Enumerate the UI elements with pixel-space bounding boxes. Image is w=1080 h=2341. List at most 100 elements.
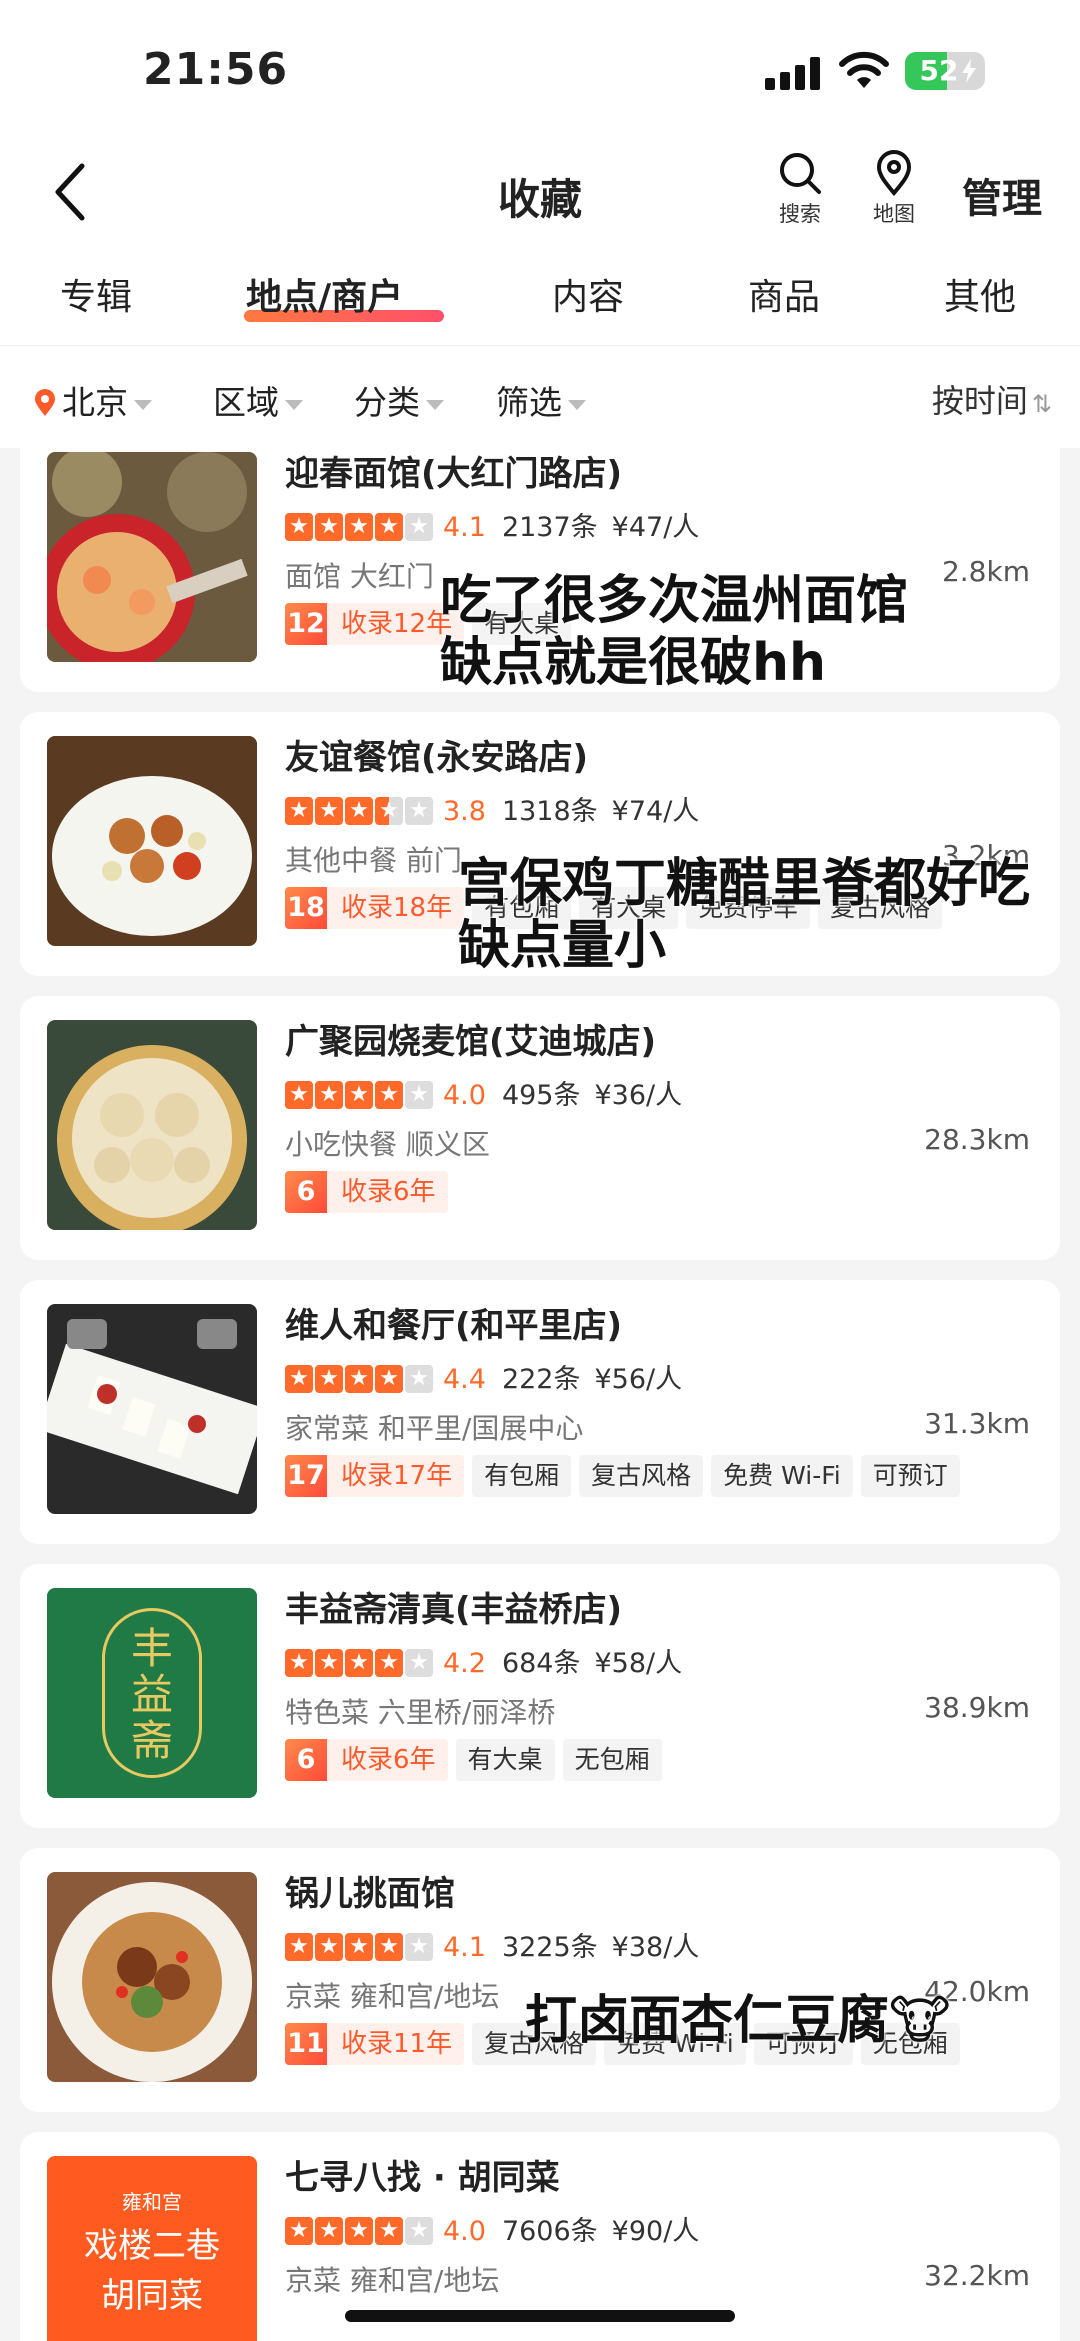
feature-tag: 有大桌	[455, 1739, 555, 1781]
star-icon	[405, 1649, 433, 1677]
tab-other[interactable]: 其他	[944, 268, 1016, 320]
shop-thumbnail[interactable]	[47, 452, 257, 662]
cuisine-and-district: 其他中餐 前门	[285, 844, 462, 877]
search-button[interactable]: 搜索	[760, 150, 840, 228]
star-icon	[375, 2217, 403, 2245]
tab-places[interactable]: 地点/商户	[246, 268, 403, 320]
years-number: 12	[285, 603, 327, 645]
avg-price: ¥74/人	[611, 796, 700, 827]
tab-content[interactable]: 内容	[552, 268, 624, 320]
years-text: 收录6年	[341, 1177, 436, 1207]
years-text: 收录11年	[341, 2029, 453, 2059]
shop-name[interactable]: 维人和餐厅(和平里店)	[285, 1298, 1030, 1347]
search-icon	[780, 153, 821, 194]
rating-row: 4.0 495条 ¥36/人	[285, 1073, 1030, 1111]
star-rating	[285, 2217, 435, 2245]
tab-albums[interactable]: 专辑	[60, 268, 132, 320]
shop-name[interactable]: 锅儿挑面馆	[285, 1866, 1030, 1915]
review-count: 495条	[501, 1080, 581, 1111]
shop-name[interactable]: 丰益斋清真(丰益桥店)	[285, 1582, 1030, 1631]
nav-bar: 收藏 搜索 地图 管理	[0, 140, 1080, 250]
shop-name[interactable]: 友谊餐馆(永安路店)	[285, 730, 1030, 779]
star-icon	[285, 1081, 313, 1109]
screen-filter[interactable]: 筛选	[496, 376, 586, 424]
star-rating	[285, 1649, 435, 1677]
distance: 31.3km	[924, 1407, 1030, 1440]
star-rating	[285, 513, 435, 541]
meta-row: 小吃快餐 顺义区 28.3km	[285, 1123, 1030, 1163]
shop-name[interactable]: 广聚园烧麦馆(艾迪城店)	[285, 1014, 1030, 1063]
shop-thumbnail[interactable]: 丰益斋	[47, 1588, 257, 1798]
tag-row: 17 收录17年 有包厢 复古风格 免费 Wi-Fi 可预订	[285, 1455, 1030, 1497]
star-icon	[285, 2217, 313, 2245]
manage-button[interactable]: 管理	[962, 166, 1042, 224]
map-label: 地图	[873, 202, 915, 226]
shop-card[interactable]: 锅儿挑面馆4.13225条¥38/人京菜 雍和宫/地坛42.0km11收录11年…	[20, 1848, 1060, 2112]
rating-score: 4.0	[443, 2216, 486, 2247]
avg-price: ¥56/人	[594, 1364, 683, 1395]
star-icon	[315, 2217, 343, 2245]
rating-score: 4.0	[443, 1080, 486, 1111]
shop-info: 广聚园烧麦馆(艾迪城店) 4.0 495条 ¥36/人小吃快餐 顺义区 28.3km 6收…	[285, 1014, 1030, 1244]
star-icon	[405, 1081, 433, 1109]
feature-tag: 免费 Wi-Fi	[711, 1455, 853, 1497]
years-badge: 12 收录12年	[285, 603, 465, 645]
shop-thumbnail[interactable]	[47, 1304, 257, 1514]
shop-card[interactable]: 维人和餐厅(和平里店) 4.4 222条 ¥56/人家常菜 和平里/国展中心 31.3k…	[20, 1280, 1060, 1544]
caret-down-icon	[285, 399, 303, 410]
search-label: 搜索	[779, 202, 821, 226]
star-icon	[285, 797, 313, 825]
feature-tag: 有包厢	[472, 1455, 572, 1497]
cuisine-and-district: 面馆 大红门	[285, 560, 434, 593]
avg-price: ¥47/人	[611, 512, 700, 543]
distance: 28.3km	[924, 1123, 1030, 1156]
map-button[interactable]: 地图	[854, 150, 934, 228]
shop-name[interactable]: 迎春面馆(大红门路店)	[285, 448, 1030, 495]
rating-row: 4.0 7606条 ¥90/人	[285, 2209, 1030, 2247]
avg-price: ¥58/人	[594, 1648, 683, 1679]
rating-score: 3.8	[443, 796, 486, 827]
review-count: 3225条	[501, 1932, 598, 1963]
rating-row: 3.8 1318条 ¥74/人	[285, 789, 1030, 827]
rating-score: 4.1	[443, 512, 486, 543]
shop-info: 丰益斋清真(丰益桥店) 4.2 684条 ¥58/人特色菜 六里桥/丽泽桥 38.9km…	[285, 1582, 1030, 1812]
star-icon	[345, 1933, 373, 1961]
status-bar: 21:56 52	[0, 0, 1080, 140]
star-icon	[405, 1365, 433, 1393]
city-label: 北京	[62, 383, 128, 422]
shop-card[interactable]: 广聚园烧麦馆(艾迪城店) 4.0 495条 ¥36/人小吃快餐 顺义区 28.3km 6收…	[20, 996, 1060, 1260]
years-badge: 6 收录6年	[285, 1171, 448, 1213]
feature-tag: 复古风格	[579, 1455, 704, 1497]
tab-goods[interactable]: 商品	[748, 268, 820, 320]
battery-indicator: 52	[905, 52, 985, 90]
shop-thumbnail[interactable]	[47, 736, 257, 946]
cuisine-and-district: 小吃快餐 顺义区	[285, 1128, 490, 1161]
shop-thumbnail[interactable]	[47, 1872, 257, 2082]
rating-row: 4.2 684条 ¥58/人	[285, 1641, 1030, 1679]
shop-thumbnail[interactable]: 雍和宫 戏楼二巷 胡同菜	[47, 2156, 257, 2341]
meta-row: 家常菜 和平里/国展中心 31.3km	[285, 1407, 1030, 1447]
years-badge: 6 收录6年	[285, 1739, 448, 1781]
star-icon	[345, 797, 373, 825]
cuisine-and-district: 家常菜 和平里/国展中心	[285, 1412, 584, 1445]
shop-card[interactable]: 丰益斋 丰益斋清真(丰益桥店) 4.2 684条 ¥58/人特色菜 六里桥/丽泽桥 38.…	[20, 1564, 1060, 1828]
review-count: 1318条	[501, 796, 598, 827]
rating-row: 4.1 3225条 ¥38/人	[285, 1925, 1030, 1963]
years-number: 6	[285, 1739, 327, 1781]
sort-button[interactable]: 按时间 ⇅	[932, 376, 1052, 422]
area-filter[interactable]: 区域	[213, 376, 303, 424]
shop-thumbnail[interactable]	[47, 1020, 257, 1230]
rating-row: 4.4 222条 ¥56/人	[285, 1357, 1030, 1395]
category-filter[interactable]: 分类	[354, 376, 444, 424]
review-count: 7606条	[501, 2216, 598, 2247]
tag-row: 6 收录6年	[285, 1171, 1030, 1213]
shop-logo-text: 丰益斋	[130, 1624, 173, 1765]
city-filter[interactable]: 北京	[34, 376, 152, 424]
cuisine-and-district: 京菜 雍和宫/地坛	[285, 1980, 500, 2013]
years-text: 收录6年	[341, 1745, 436, 1775]
star-icon	[315, 1933, 343, 1961]
star-icon	[345, 1649, 373, 1677]
review-count: 684条	[501, 1648, 581, 1679]
shop-name[interactable]: 七寻八找 · 胡同菜	[285, 2150, 1030, 2199]
years-number: 11	[285, 2023, 327, 2065]
